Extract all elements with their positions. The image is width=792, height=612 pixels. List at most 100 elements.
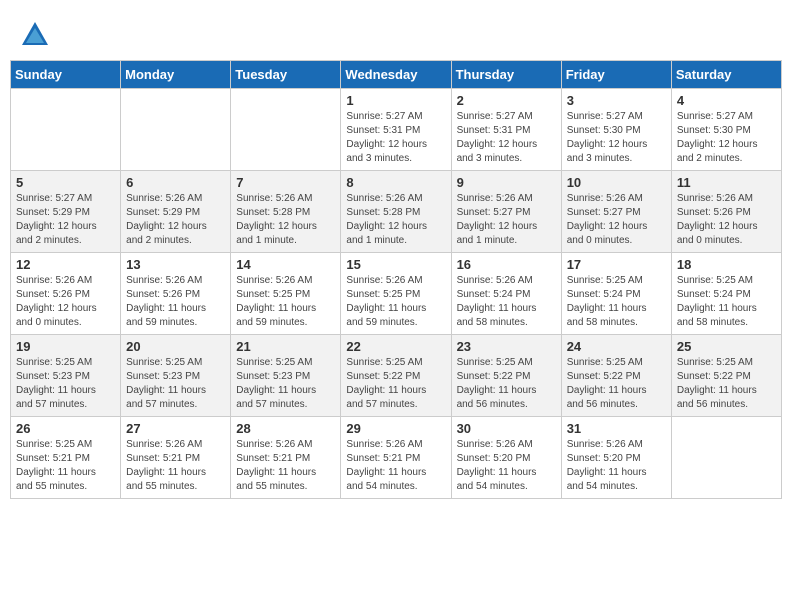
calendar-cell: 23 Sunrise: 5:25 AM Sunset: 5:22 PM Dayli… — [451, 335, 561, 417]
day-info: Sunrise: 5:26 AM Sunset: 5:25 PM Dayligh… — [236, 274, 335, 330]
calendar-cell: 6Sunrise: 5:26 AM Sunset: 5:29 PM Daylig… — [121, 171, 231, 253]
calendar-cell: 21 Sunrise: 5:25 AM Sunset: 5:23 PM Dayli… — [231, 335, 341, 417]
calendar-cell: 10Sunrise: 5:26 AM Sunset: 5:27 PM Dayli… — [561, 171, 671, 253]
day-number: 19 — [16, 339, 115, 354]
day-number: 25 — [677, 339, 776, 354]
calendar-cell — [121, 89, 231, 171]
day-number: 16 — [457, 257, 556, 272]
calendar-cell: 24 Sunrise: 5:25 AM Sunset: 5:22 PM Dayli… — [561, 335, 671, 417]
day-number: 8 — [346, 175, 445, 190]
weekday-header-sunday: Sunday — [11, 61, 121, 89]
day-number: 26 — [16, 421, 115, 436]
calendar-cell: 20 Sunrise: 5:25 AM Sunset: 5:23 PM Dayli… — [121, 335, 231, 417]
calendar-cell: 11 Sunrise: 5:26 AM Sunset: 5:26 PM Dayli… — [671, 171, 781, 253]
day-info: Sunrise: 5:26 AM Sunset: 5:29 PM Dayligh… — [126, 192, 225, 248]
calendar-cell: 18Sunrise: 5:25 AM Sunset: 5:24 PM Dayli… — [671, 253, 781, 335]
weekday-header-friday: Friday — [561, 61, 671, 89]
calendar-cell: 28 Sunrise: 5:26 AM Sunset: 5:21 PM Dayli… — [231, 417, 341, 499]
day-number: 28 — [236, 421, 335, 436]
calendar-cell: 29Sunrise: 5:26 AM Sunset: 5:21 PM Dayli… — [341, 417, 451, 499]
day-info: Sunrise: 5:27 AM Sunset: 5:31 PM Dayligh… — [346, 110, 445, 166]
day-info: Sunrise: 5:27 AM Sunset: 5:30 PM Dayligh… — [677, 110, 776, 166]
calendar-cell: 8Sunrise: 5:26 AM Sunset: 5:28 PM Daylig… — [341, 171, 451, 253]
day-info: Sunrise: 5:25 AM Sunset: 5:24 PM Dayligh… — [567, 274, 666, 330]
day-info: Sunrise: 5:26 AM Sunset: 5:21 PM Dayligh… — [126, 438, 225, 494]
calendar-cell — [231, 89, 341, 171]
calendar-cell: 26 Sunrise: 5:25 AM Sunset: 5:21 PM Dayli… — [11, 417, 121, 499]
day-info: Sunrise: 5:26 AM Sunset: 5:26 PM Dayligh… — [677, 192, 776, 248]
day-number: 10 — [567, 175, 666, 190]
day-info: Sunrise: 5:25 AM Sunset: 5:23 PM Dayligh… — [126, 356, 225, 412]
day-info: Sunrise: 5:25 AM Sunset: 5:23 PM Dayligh… — [16, 356, 115, 412]
day-number: 4 — [677, 93, 776, 108]
calendar-cell: 12 Sunrise: 5:26 AM Sunset: 5:26 PM Dayli… — [11, 253, 121, 335]
calendar-cell: 3Sunrise: 5:27 AM Sunset: 5:30 PM Daylig… — [561, 89, 671, 171]
logo — [20, 20, 54, 50]
calendar-cell: 17 Sunrise: 5:25 AM Sunset: 5:24 PM Dayli… — [561, 253, 671, 335]
day-info: Sunrise: 5:26 AM Sunset: 5:27 PM Dayligh… — [457, 192, 556, 248]
day-number: 24 — [567, 339, 666, 354]
calendar-cell — [11, 89, 121, 171]
day-info: Sunrise: 5:27 AM Sunset: 5:29 PM Dayligh… — [16, 192, 115, 248]
day-info: Sunrise: 5:26 AM Sunset: 5:26 PM Dayligh… — [126, 274, 225, 330]
day-number: 22 — [346, 339, 445, 354]
calendar-cell: 4 Sunrise: 5:27 AM Sunset: 5:30 PM Daylig… — [671, 89, 781, 171]
calendar-cell: 13 Sunrise: 5:26 AM Sunset: 5:26 PM Dayli… — [121, 253, 231, 335]
calendar-cell — [671, 417, 781, 499]
calendar-week-row: 19 Sunrise: 5:25 AM Sunset: 5:23 PM Dayli… — [11, 335, 782, 417]
weekday-header-row: SundayMondayTuesdayWednesdayThursdayFrid… — [11, 61, 782, 89]
day-info: Sunrise: 5:27 AM Sunset: 5:31 PM Dayligh… — [457, 110, 556, 166]
day-number: 3 — [567, 93, 666, 108]
day-number: 30 — [457, 421, 556, 436]
calendar-week-row: 5 Sunrise: 5:27 AM Sunset: 5:29 PM Daylig… — [11, 171, 782, 253]
day-info: Sunrise: 5:26 AM Sunset: 5:21 PM Dayligh… — [236, 438, 335, 494]
day-number: 11 — [677, 175, 776, 190]
calendar-cell: 30 Sunrise: 5:26 AM Sunset: 5:20 PM Dayli… — [451, 417, 561, 499]
day-info: Sunrise: 5:25 AM Sunset: 5:22 PM Dayligh… — [457, 356, 556, 412]
calendar-cell: 1 Sunrise: 5:27 AM Sunset: 5:31 PM Daylig… — [341, 89, 451, 171]
calendar-week-row: 12 Sunrise: 5:26 AM Sunset: 5:26 PM Dayli… — [11, 253, 782, 335]
calendar-cell: 16 Sunrise: 5:26 AM Sunset: 5:24 PM Dayli… — [451, 253, 561, 335]
day-number: 23 — [457, 339, 556, 354]
day-number: 14 — [236, 257, 335, 272]
calendar-cell: 19 Sunrise: 5:25 AM Sunset: 5:23 PM Dayli… — [11, 335, 121, 417]
calendar-cell: 15 Sunrise: 5:26 AM Sunset: 5:25 PM Dayli… — [341, 253, 451, 335]
day-number: 20 — [126, 339, 225, 354]
calendar-header: SundayMondayTuesdayWednesdayThursdayFrid… — [11, 61, 782, 89]
page-header — [10, 10, 782, 55]
calendar-cell: 7Sunrise: 5:26 AM Sunset: 5:28 PM Daylig… — [231, 171, 341, 253]
day-info: Sunrise: 5:25 AM Sunset: 5:22 PM Dayligh… — [346, 356, 445, 412]
day-number: 9 — [457, 175, 556, 190]
day-number: 18 — [677, 257, 776, 272]
day-info: Sunrise: 5:25 AM Sunset: 5:22 PM Dayligh… — [567, 356, 666, 412]
day-info: Sunrise: 5:25 AM Sunset: 5:21 PM Dayligh… — [16, 438, 115, 494]
calendar-table: SundayMondayTuesdayWednesdayThursdayFrid… — [10, 60, 782, 499]
day-number: 5 — [16, 175, 115, 190]
day-number: 21 — [236, 339, 335, 354]
day-info: Sunrise: 5:26 AM Sunset: 5:25 PM Dayligh… — [346, 274, 445, 330]
day-info: Sunrise: 5:25 AM Sunset: 5:23 PM Dayligh… — [236, 356, 335, 412]
calendar-cell: 25Sunrise: 5:25 AM Sunset: 5:22 PM Dayli… — [671, 335, 781, 417]
logo-icon — [20, 20, 50, 50]
calendar-body: 1 Sunrise: 5:27 AM Sunset: 5:31 PM Daylig… — [11, 89, 782, 499]
day-number: 12 — [16, 257, 115, 272]
calendar-week-row: 26 Sunrise: 5:25 AM Sunset: 5:21 PM Dayli… — [11, 417, 782, 499]
day-info: Sunrise: 5:26 AM Sunset: 5:20 PM Dayligh… — [457, 438, 556, 494]
day-info: Sunrise: 5:26 AM Sunset: 5:24 PM Dayligh… — [457, 274, 556, 330]
day-number: 17 — [567, 257, 666, 272]
weekday-header-thursday: Thursday — [451, 61, 561, 89]
calendar-cell: 22 Sunrise: 5:25 AM Sunset: 5:22 PM Dayli… — [341, 335, 451, 417]
calendar-cell: 9 Sunrise: 5:26 AM Sunset: 5:27 PM Daylig… — [451, 171, 561, 253]
day-info: Sunrise: 5:26 AM Sunset: 5:20 PM Dayligh… — [567, 438, 666, 494]
day-number: 31 — [567, 421, 666, 436]
calendar-cell: 27 Sunrise: 5:26 AM Sunset: 5:21 PM Dayli… — [121, 417, 231, 499]
day-number: 27 — [126, 421, 225, 436]
weekday-header-monday: Monday — [121, 61, 231, 89]
day-info: Sunrise: 5:26 AM Sunset: 5:26 PM Dayligh… — [16, 274, 115, 330]
calendar-week-row: 1 Sunrise: 5:27 AM Sunset: 5:31 PM Daylig… — [11, 89, 782, 171]
day-number: 13 — [126, 257, 225, 272]
day-number: 29 — [346, 421, 445, 436]
day-number: 1 — [346, 93, 445, 108]
calendar-cell: 14 Sunrise: 5:26 AM Sunset: 5:25 PM Dayli… — [231, 253, 341, 335]
day-number: 15 — [346, 257, 445, 272]
